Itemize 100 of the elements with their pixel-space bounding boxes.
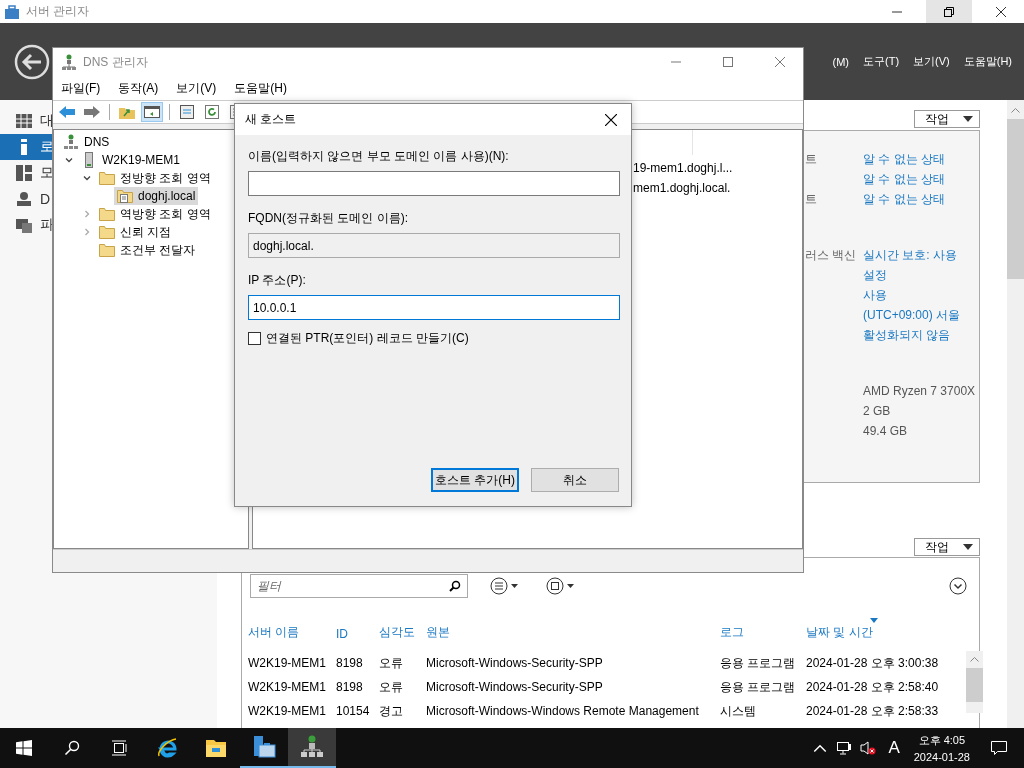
- clock[interactable]: 오후 4:05 2024-01-28: [913, 733, 970, 763]
- taskbar-app[interactable]: [288, 728, 336, 768]
- property-link[interactable]: 알 수 없는 상태: [863, 150, 945, 168]
- checkbox-label: 연결된 PTR(포인터) 레코드 만들기(C): [266, 330, 469, 347]
- property-label: 러스 백신: [805, 246, 858, 264]
- table-cell-text: 시스템: [720, 702, 757, 720]
- field-label: 이름(입력하지 않으면 부모 도메인 이름 사용)(N):: [248, 148, 510, 165]
- window-title: 서버 관리자: [26, 3, 90, 20]
- input-indicator[interactable]: A: [888, 738, 900, 758]
- table-cell-text: 응용 프로그램: [720, 678, 797, 696]
- property-link[interactable]: 활성화되지 않음: [863, 326, 951, 344]
- dialog-title: 새 호스트: [245, 111, 297, 128]
- checkbox[interactable]: [248, 332, 261, 345]
- table-cell-text: Microsoft-Windows-Security-SPP: [426, 656, 604, 670]
- table-cell-text: 경고: [379, 702, 404, 720]
- notification-icon[interactable]: [990, 740, 1008, 756]
- property-value: AMD Ryzen 7 3700X: [863, 384, 976, 398]
- tree-item[interactable]: 정방향 조회 영역: [96, 168, 214, 188]
- property-link[interactable]: 사용: [863, 286, 887, 304]
- nav-item[interactable]: 파: [0, 212, 52, 238]
- menu-item[interactable]: 도움말(H): [234, 79, 287, 97]
- menu-item[interactable]: 도움말(H): [963, 54, 1012, 69]
- expand-chevron-icon[interactable]: [82, 173, 92, 183]
- table-cell-text: W2K19-MEM1: [248, 704, 328, 718]
- tree-item[interactable]: W2K19-MEM1: [78, 151, 184, 169]
- record-name[interactable]: 19-mem1.doghj.l...: [633, 158, 802, 178]
- toolbox-icon: [4, 3, 20, 20]
- column-header[interactable]: 서버 이름: [248, 618, 336, 641]
- field-label: FQDN(정규화된 도메인 이름):: [248, 210, 409, 227]
- network-icon[interactable]: [836, 740, 853, 756]
- property-link[interactable]: 알 수 없는 상태: [863, 170, 945, 188]
- close-icon: [775, 57, 785, 67]
- tree-item[interactable]: 역방향 조회 영역: [96, 204, 214, 224]
- tree-item[interactable]: 신뢰 지점: [96, 222, 175, 242]
- chevron-down-icon: [949, 576, 967, 595]
- column-header[interactable]: 원본: [426, 618, 720, 641]
- add-host-button[interactable]: 호스트 추가(H): [431, 468, 519, 492]
- tree-item[interactable]: doghj.local: [114, 187, 199, 205]
- input-field[interactable]: 10.0.0.1: [248, 295, 620, 320]
- record-name[interactable]: mem1.doghj.local.: [633, 178, 802, 198]
- property-link[interactable]: 설정: [863, 266, 887, 284]
- nav-item[interactable]: D: [0, 186, 52, 212]
- menu-item[interactable]: 도구(T): [863, 54, 900, 69]
- table-cell-text: Microsoft-Windows-Security-SPP: [426, 680, 604, 694]
- menu-item[interactable]: 동작(A): [118, 79, 159, 97]
- field-label: IP 주소(P):: [248, 272, 307, 289]
- properties-icon[interactable]: [177, 103, 197, 121]
- back-arrow-icon[interactable]: [57, 103, 77, 121]
- column-header[interactable]: 심각도: [379, 618, 426, 641]
- folder-icon: [99, 206, 115, 222]
- table-cell-text: Microsoft-Windows-Windows Remote Management: [426, 704, 700, 718]
- nav-item[interactable]: 로: [0, 134, 52, 160]
- column-header[interactable]: 날짜 및 시간: [806, 618, 966, 641]
- cancel-button[interactable]: 취소: [531, 468, 619, 492]
- filter-field[interactable]: 필터: [250, 573, 468, 598]
- property-link[interactable]: 실시간 보호: 사용: [863, 246, 957, 264]
- search-icon: [449, 579, 461, 592]
- tree-item[interactable]: 조건부 전달자: [96, 240, 199, 260]
- menu-item[interactable]: 보기(V): [176, 79, 217, 97]
- restore-icon: [944, 6, 954, 17]
- menu-item[interactable]: (M): [832, 55, 849, 68]
- table-cell-text: 2024-01-28 오후 2:58:40: [806, 678, 940, 696]
- folder-icon: [99, 242, 115, 258]
- tree-item[interactable]: DNS: [60, 133, 113, 151]
- tasks-dropdown[interactable]: 작업: [914, 110, 980, 128]
- nav-item[interactable]: 모: [0, 160, 52, 186]
- task-view-icon: [112, 740, 128, 756]
- table-cell-text: 응용 프로그램: [720, 654, 797, 672]
- table-cell-text: 8198: [336, 656, 364, 670]
- tasks-dropdown[interactable]: 작업: [914, 538, 980, 556]
- scrollbar[interactable]: [966, 651, 983, 713]
- property-label: 트: [805, 150, 818, 168]
- restore-button[interactable]: [926, 0, 972, 23]
- property-value: 2 GB: [863, 404, 891, 418]
- pane-toggle-icon[interactable]: [142, 103, 162, 121]
- grid-icon: [16, 113, 32, 129]
- menu-item[interactable]: 보기(V): [913, 54, 950, 69]
- clock-time: 오후 4:05: [918, 733, 966, 748]
- window-title: DNS 관리자: [83, 53, 148, 71]
- folder-icon: [99, 170, 115, 186]
- expand-button[interactable]: [949, 576, 967, 595]
- refresh-icon[interactable]: [202, 103, 222, 121]
- property-link[interactable]: 알 수 없는 상태: [863, 190, 945, 208]
- muted-speaker-icon[interactable]: [860, 740, 877, 756]
- nav-item[interactable]: 대: [0, 108, 52, 134]
- column-header[interactable]: 로그: [720, 618, 806, 641]
- table-cell-text: W2K19-MEM1: [248, 680, 328, 694]
- table-cell-text: 2024-01-28 오후 3:00:38: [806, 654, 940, 672]
- scrollbar[interactable]: [1007, 100, 1024, 728]
- input-field[interactable]: [248, 171, 620, 196]
- forward-arrow-icon[interactable]: [82, 103, 102, 121]
- input-field[interactable]: doghj.local.: [248, 233, 620, 258]
- column-header[interactable]: ID: [336, 621, 379, 641]
- property-link[interactable]: (UTC+09:00) 서울: [863, 306, 961, 324]
- expand-chevron-icon[interactable]: [64, 155, 74, 165]
- table-cell-text: 오류: [379, 654, 404, 672]
- clock-date: 2024-01-28: [913, 751, 970, 763]
- menu-item[interactable]: 파일(F): [61, 79, 101, 97]
- table-cell-text: W2K19-MEM1: [248, 656, 328, 670]
- close-icon: [996, 6, 1006, 17]
